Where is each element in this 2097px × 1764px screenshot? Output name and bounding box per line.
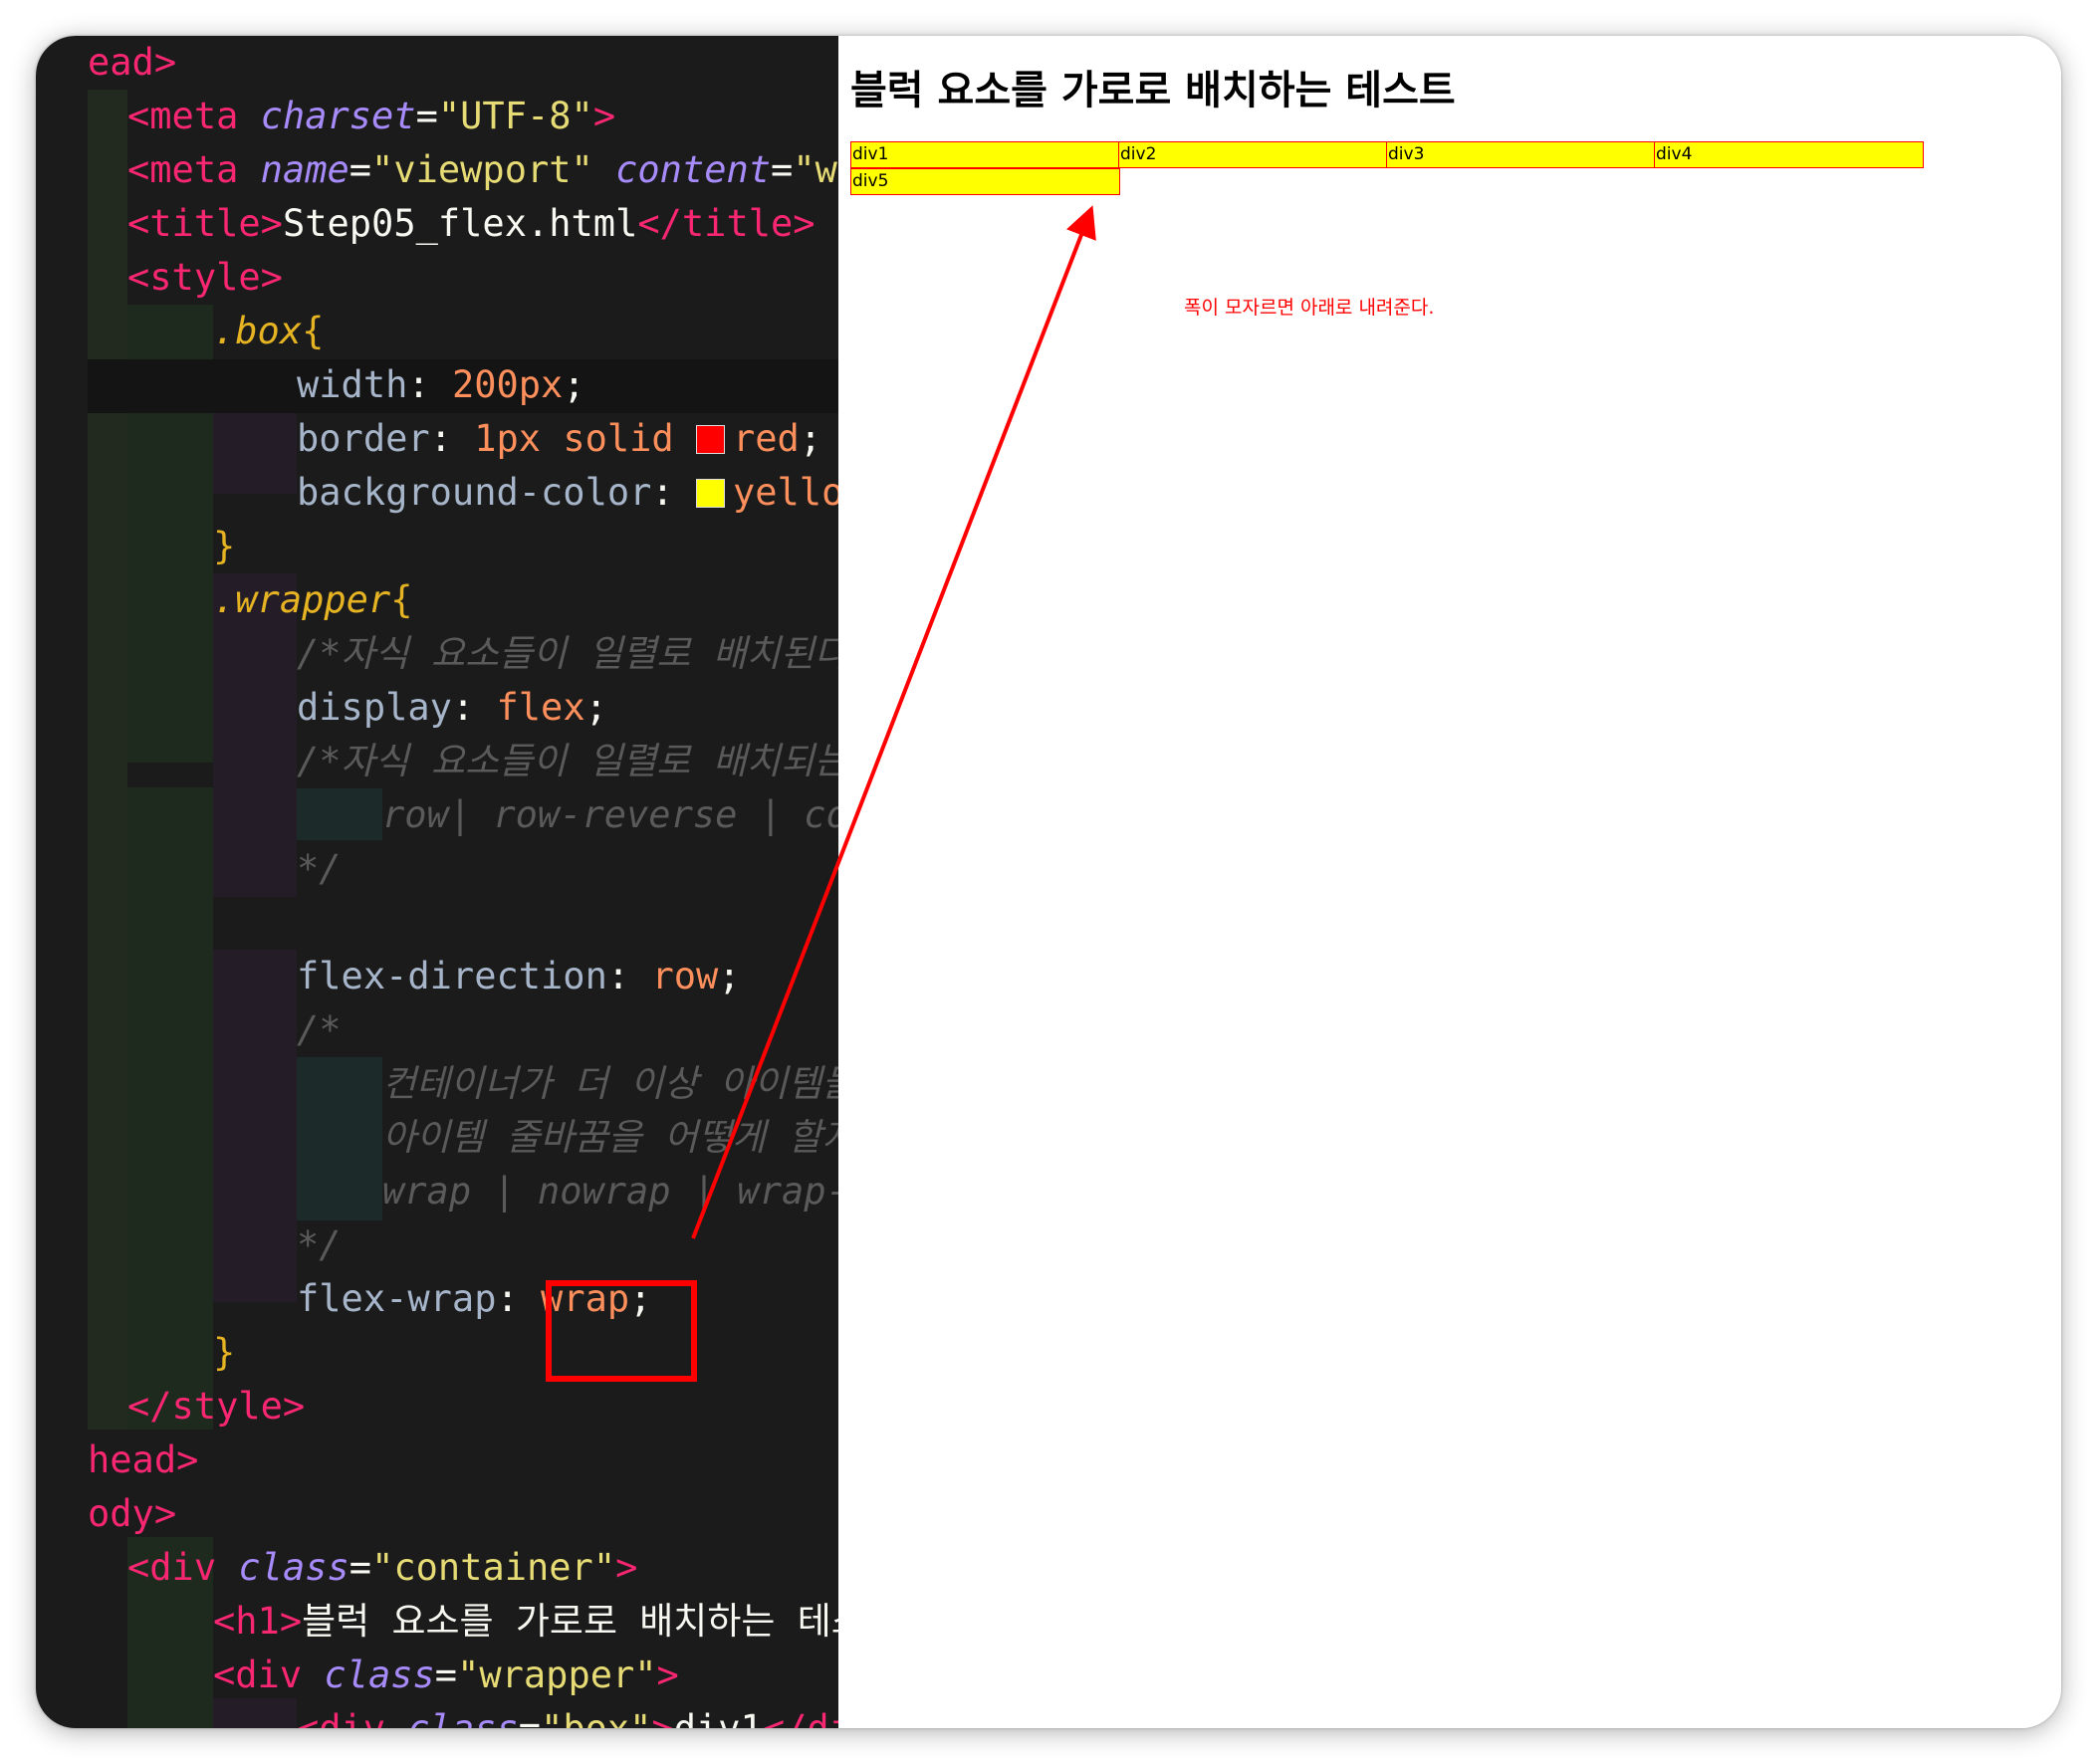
annotation-note: 폭이 모자르면 아래로 내려준다. [1184, 297, 1435, 319]
screenshot-window: ead> <meta charset="UTF-8"> <meta name="vi… [36, 36, 2061, 1728]
arrow-line [691, 205, 1096, 1239]
annotation-arrow [691, 205, 1096, 1239]
